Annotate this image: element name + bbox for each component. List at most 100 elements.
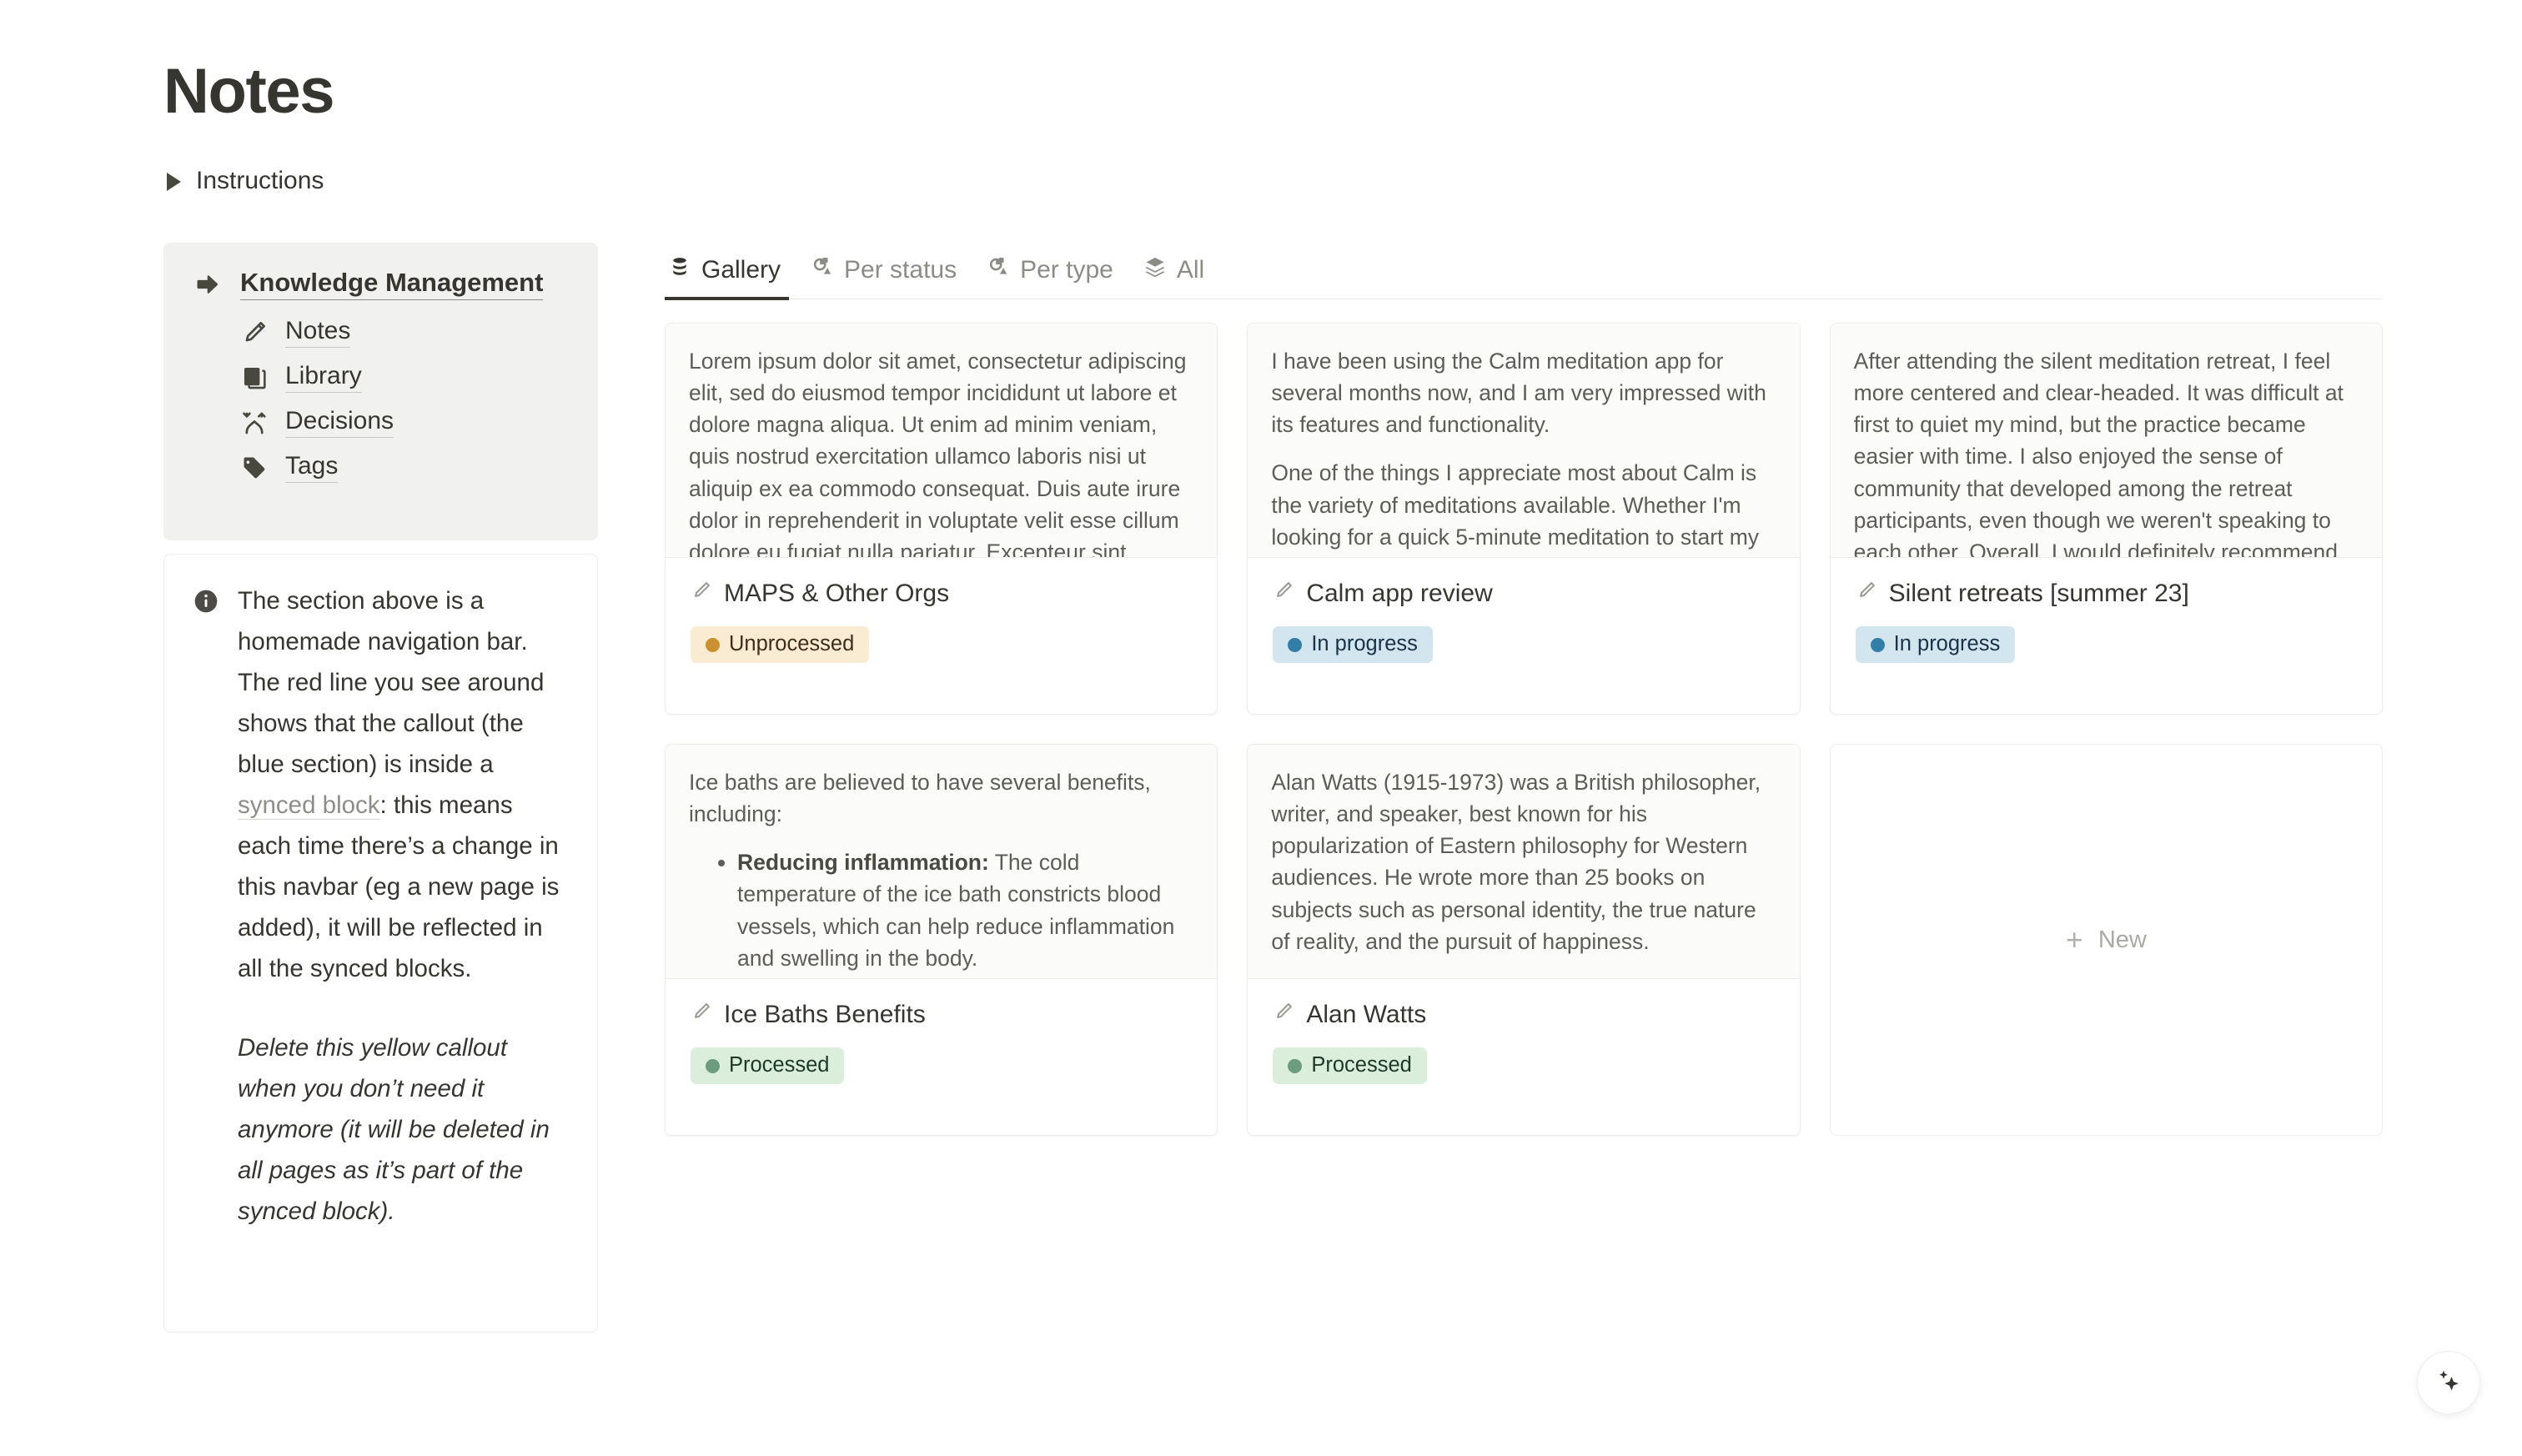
instructions-toggle[interactable]: Instructions [167,167,324,195]
book-icon [240,364,269,392]
pencil-icon [691,580,712,608]
arrow-right-icon [193,270,222,299]
pencil-icon [1856,580,1877,608]
card-footer: MAPS & Other Orgs Unprocessed [666,558,1217,663]
card-preview: After attending the silent meditation re… [1830,324,2382,558]
gallery-card[interactable]: Alan Watts (1915-1973) was a British phi… [1247,744,1801,1136]
new-card-label: New [2097,926,2147,953]
group-icon [987,255,1010,285]
database-icon [668,255,691,285]
sidebar-item-label: Notes [285,317,351,348]
callout-text-a: The section above is a homemade navigati… [238,587,545,778]
card-preview-paragraph: I have been using the Calm meditation ap… [1271,349,1766,438]
tab-gallery[interactable]: Gallery [665,255,799,300]
gallery-card[interactable]: I have been using the Calm meditation ap… [1247,323,1801,715]
sidebar-item-notes[interactable]: Notes [163,317,598,348]
info-icon [193,588,219,1305]
card-preview-paragraph: After attending the silent meditation re… [1853,349,2344,558]
card-title: Alan Watts [1273,1001,1776,1029]
status-badge-label: Processed [729,1053,830,1077]
plus-icon: + [2065,922,2083,956]
group-icon [811,255,834,285]
sidebar-item-label: Knowledge Management [240,268,544,300]
status-dot-icon [706,1058,720,1073]
status-badge-label: Processed [1311,1053,1412,1077]
status-badge-label: Unprocessed [729,632,855,656]
card-footer: Ice Baths Benefits Processed [666,979,1217,1084]
pencil-icon [240,319,269,347]
homemade-navbar: Knowledge Management Notes Library Decis… [163,243,598,540]
layers-icon [1143,255,1167,285]
list-item: Reducing inflammation: The cold temperat… [737,846,1193,974]
gallery-card[interactable]: After attending the silent meditation re… [1829,323,2383,715]
status-badge-label: In progress [1311,632,1418,656]
status-badge: Unprocessed [691,626,870,663]
card-title: Silent retreats [summer 23] [1856,580,2359,608]
tab-all[interactable]: All [1132,255,1223,299]
branch-icon [240,409,269,437]
card-preview: I have been using the Calm meditation ap… [1248,324,1800,558]
pencil-icon [1273,1001,1294,1029]
gallery-card[interactable]: Lorem ipsum dolor sit amet, consectetur … [665,323,1218,715]
card-title: Ice Baths Benefits [691,1001,1193,1029]
sidebar-item-label: Tags [285,452,339,483]
tab-label: Per status [844,256,957,284]
tab-label: Per type [1020,256,1113,284]
card-footer: Silent retreats [summer 23] In progress [1831,558,2382,663]
ai-assistant-button[interactable] [2417,1351,2480,1414]
card-preview-bullets: Reducing inflammation: The cold temperat… [689,846,1193,978]
card-preview-paragraph: One of the things I appreciate most abou… [1271,460,1762,557]
card-title-label: Silent retreats [summer 23] [1888,580,2189,607]
card-footer: Calm app review In progress [1248,558,1799,663]
card-preview-intro: Ice baths are believed to have several b… [689,770,1151,827]
status-badge-label: In progress [1893,632,2001,656]
card-preview-paragraph: Alan Watts (1915-1973) was a British phi… [1271,770,1761,954]
status-dot-icon [1288,637,1303,652]
card-preview-paragraph: Lorem ipsum dolor sit amet, consectetur … [689,349,1187,558]
database-area: Gallery Per status Per type All Lorem ip… [665,239,2383,1136]
status-dot-icon [1870,637,1885,652]
card-preview: Alan Watts (1915-1973) was a British phi… [1248,745,1800,979]
sidebar-item-label: Decisions [285,407,394,438]
card-title: Calm app review [1273,580,1776,608]
gallery-grid: Lorem ipsum dolor sit amet, consectetur … [665,323,2383,1136]
tab-label: Gallery [701,256,781,284]
view-tabs: Gallery Per status Per type All [665,239,2383,300]
status-badge: Processed [691,1047,845,1084]
sparkle-icon [2433,1365,2464,1401]
instructions-callout: The section above is a homemade navigati… [163,554,598,1333]
card-title-label: Ice Baths Benefits [724,1001,926,1028]
notes-page: Notes Instructions Knowledge Management … [0,0,2522,1456]
tab-label: All [1176,256,1205,284]
status-badge: Processed [1273,1047,1427,1084]
sidebar-item-library[interactable]: Library [163,362,598,393]
sidebar-item-knowledge-management[interactable]: Knowledge Management [163,268,598,300]
page-title: Notes [163,56,335,127]
status-badge: In progress [1855,626,2016,663]
bullet-bold: Reducing inflammation: [737,850,989,876]
card-title-label: Alan Watts [1306,1001,1427,1028]
card-title: MAPS & Other Orgs [691,580,1193,608]
gallery-card[interactable]: Ice baths are believed to have several b… [665,744,1218,1136]
card-footer: Alan Watts Processed [1248,979,1799,1084]
triangle-right-icon[interactable] [167,172,181,191]
tab-per-type[interactable]: Per type [975,255,1132,299]
tab-per-status[interactable]: Per status [799,255,975,299]
card-preview: Lorem ipsum dolor sit amet, consectetur … [666,324,1218,558]
sidebar-item-decisions[interactable]: Decisions [163,407,598,438]
callout-paragraph-1: The section above is a homemade navigati… [238,581,569,990]
instructions-toggle-label: Instructions [196,167,324,194]
status-dot-icon [1288,1058,1303,1073]
sidebar-item-label: Library [285,362,362,393]
pencil-icon [1273,580,1294,608]
new-card-button[interactable]: + New [1829,744,2383,1136]
pencil-icon [691,1001,712,1029]
callout-text-b: : this means each time there’s a change … [238,791,560,982]
status-badge: In progress [1273,626,1433,663]
synced-block-link[interactable]: synced block [238,791,380,820]
sidebar-item-tags[interactable]: Tags [163,452,598,483]
card-preview: Ice baths are believed to have several b… [666,745,1218,979]
callout-paragraph-2: Delete this yellow callout when you don’… [238,1033,550,1225]
card-title-label: MAPS & Other Orgs [724,580,950,607]
status-dot-icon [706,637,720,652]
